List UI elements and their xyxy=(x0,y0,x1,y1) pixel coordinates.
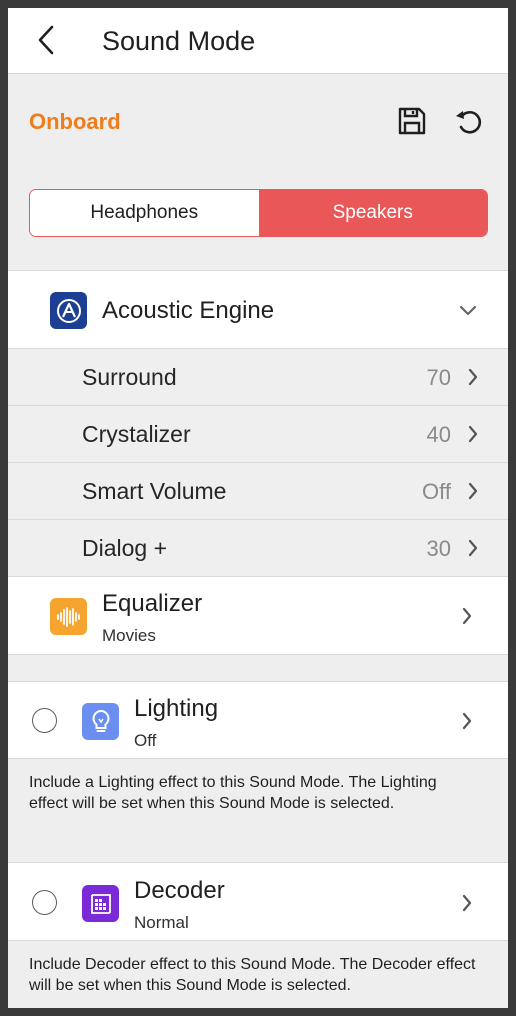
equalizer-row[interactable]: Equalizer Movies xyxy=(8,577,508,655)
decoder-icon xyxy=(82,885,119,922)
tab-speakers[interactable]: Speakers xyxy=(258,190,487,236)
acoustic-engine-icon xyxy=(50,292,87,329)
chevron-left-icon xyxy=(38,25,54,55)
mode-name: Onboard xyxy=(29,109,121,134)
setting-label: Smart Volume xyxy=(82,478,227,504)
chevron-right-icon xyxy=(462,423,484,445)
chevron-right-icon xyxy=(456,710,478,732)
page-title: Sound Mode xyxy=(102,26,256,56)
lightbulb-icon xyxy=(82,703,119,740)
decoder-value: Normal xyxy=(134,913,189,932)
setting-row-crystalizer[interactable]: Crystalizer 40 xyxy=(8,406,508,463)
back-button[interactable] xyxy=(26,20,66,60)
decoder-row[interactable]: Decoder Normal xyxy=(8,862,508,941)
floppy-disk-icon xyxy=(398,107,426,135)
setting-label: Dialog + xyxy=(82,535,168,561)
lighting-value: Off xyxy=(134,731,157,750)
lighting-description: Include a Lighting effect to this Sound … xyxy=(29,774,437,812)
setting-row-smart-volume[interactable]: Smart Volume Off xyxy=(8,463,508,520)
acoustic-engine-header[interactable]: Acoustic Engine xyxy=(8,270,508,349)
output-segmented-control: Headphones Speakers xyxy=(29,189,488,237)
chevron-right-icon xyxy=(462,537,484,559)
setting-label: Surround xyxy=(82,364,177,390)
acoustic-engine-title: Acoustic Engine xyxy=(102,297,275,324)
equalizer-title: Equalizer xyxy=(102,590,203,617)
equalizer-value: Movies xyxy=(102,626,156,645)
lighting-radio[interactable] xyxy=(32,708,57,733)
tab-headphones[interactable]: Headphones xyxy=(30,190,259,236)
decoder-radio[interactable] xyxy=(32,890,57,915)
app-bar: Sound Mode xyxy=(8,8,508,74)
decoder-title: Decoder xyxy=(134,877,225,904)
decoder-description: Include Decoder effect to this Sound Mod… xyxy=(29,956,476,994)
chevron-right-icon xyxy=(462,366,484,388)
setting-value: 30 xyxy=(426,536,451,561)
app-frame: Sound Mode Onboard Headphones Speakers A… xyxy=(8,8,508,1008)
setting-value: 70 xyxy=(426,365,451,390)
lighting-title: Lighting xyxy=(134,695,219,722)
undo-icon xyxy=(456,111,482,134)
setting-value: Off xyxy=(422,479,451,504)
setting-row-dialog-plus[interactable]: Dialog + 30 xyxy=(8,520,508,577)
chevron-right-icon xyxy=(462,480,484,502)
setting-label: Crystalizer xyxy=(82,421,191,447)
chevron-right-icon xyxy=(456,605,478,627)
reset-button[interactable] xyxy=(449,101,489,141)
lighting-row[interactable]: Lighting Off xyxy=(8,681,508,759)
chevron-down-icon[interactable] xyxy=(457,300,479,322)
chevron-right-icon xyxy=(456,892,478,914)
waveform-icon xyxy=(50,598,87,635)
save-button[interactable] xyxy=(392,101,432,141)
setting-row-surround[interactable]: Surround 70 xyxy=(8,349,508,406)
setting-value: 40 xyxy=(426,422,451,447)
